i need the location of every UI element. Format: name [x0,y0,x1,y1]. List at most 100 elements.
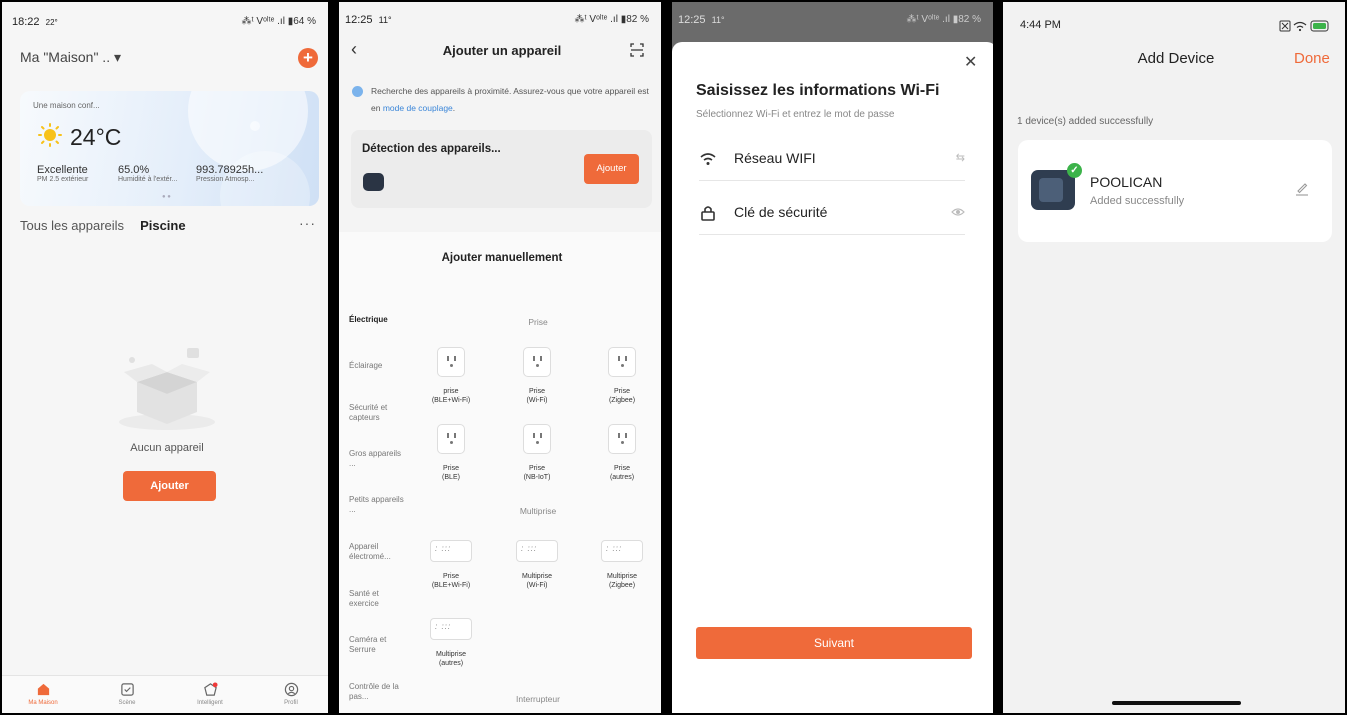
tab-all-devices[interactable]: Tous les appareils [20,218,124,233]
add-device-screen: 12:25 11° ⁂ᵗ Vᵒˡᵗᵉ .ıl ▮82 % ‹ Ajouter u… [337,0,663,715]
edit-icon[interactable] [1295,180,1309,196]
nav-scene[interactable]: Scène [97,682,157,706]
detection-title: Détection des appareils... [362,143,501,155]
home-indicator [1112,701,1241,705]
section-prise: Prise [528,317,548,327]
status-time: 12:25 11° [678,14,725,26]
weather-label: Une maison conf... [33,101,100,110]
security-key-field[interactable]: Clé de sécurité [699,191,965,235]
home-screen: 18:22 22° ⁂ᵗ Vᵒˡᵗᵉ .ıl ▮64 % Ma "Maison"… [0,0,330,715]
smart-icon [203,682,218,696]
section-multiprise: Multiprise [519,506,557,516]
detection-card: Détection des appareils... Ajouter [351,130,652,208]
empty-box-illustration [119,348,215,430]
manual-add-section: Ajouter manuellement Électrique Éclairag… [339,232,661,713]
add-plus-button[interactable]: + [298,48,318,68]
status-time: 4:44 PM [1020,19,1061,31]
detected-device-icon[interactable] [363,173,384,191]
next-button[interactable]: Suivant [696,627,972,659]
category-gros-appareils[interactable]: Gros appareils ... [349,449,404,469]
scan-icon[interactable] [630,43,644,57]
empty-state-text: Aucun appareil [130,442,204,454]
status-time: 18:22 22° [12,16,58,28]
profile-icon [284,682,298,697]
home-selector[interactable]: Ma "Maison" .. ▾ [20,49,121,66]
device-prise-ble-wifi[interactable]: prise (BLE+Wi-Fi) [411,347,491,405]
wifi-network-field[interactable]: Réseau WIFI ⇆ [699,137,965,181]
status-bar: 12:25 11° ⁂ᵗ Vᵒˡᵗᵉ .ıl ▮82 % [672,2,993,34]
plug-icon [608,424,636,454]
wifi-screen: 12:25 11° ⁂ᵗ Vᵒˡᵗᵉ .ıl ▮82 % ✕ Saisissez… [670,0,995,715]
wifi-subtitle: Sélectionnez Wi-Fi et entrez le mot de p… [696,109,895,120]
device-added-screen: 4:44 PM Add Device Done 1 device(s) adde… [1001,0,1347,715]
pool-device-image [1031,170,1075,210]
device-prise-ble[interactable]: Prise (BLE) [411,424,491,482]
device-multi-ble-wifi[interactable]: Prise(BLE+Wi-Fi) [411,540,491,590]
plug-icon [523,347,551,377]
device-multi-wifi[interactable]: Multiprise(Wi-Fi) [497,540,577,590]
scanning-indicator-icon [352,86,363,97]
scan-info-text: Recherche des appareils à proximité. Ass… [371,86,649,113]
status-bar: 18:22 22° ⁂ᵗ Vᵒˡᵗᵉ .ıl ▮64 % [2,2,328,34]
wifi-heading: Saisissez les informations Wi-Fi [696,82,940,99]
wifi-icon [700,153,716,165]
category-controle[interactable]: Contrôle de la pas... [349,682,404,702]
plug-icon [437,424,465,454]
nav-smart[interactable]: Intelligent [180,682,240,706]
plug-icon [523,424,551,454]
home-icon [37,683,49,696]
device-prise-autres[interactable]: Prise (autres) [582,424,661,482]
close-icon[interactable]: ✕ [964,52,977,72]
category-sante[interactable]: Santé et exercice [349,589,404,609]
bottom-nav: Ma Maison Scène Intelligent Profil [2,675,328,713]
status-time: 12:25 11° [345,14,392,26]
power-strip-icon [516,540,558,562]
carousel-dots: ● ● [162,194,171,200]
nav-profile[interactable]: Profil [261,682,321,706]
device-name: POOLICAN [1090,174,1163,190]
temperature: 24°C [70,124,122,150]
power-strip-icon [430,540,472,562]
nav-home[interactable]: Ma Maison [13,682,73,706]
sun-icon [38,123,62,147]
weather-card[interactable]: Une maison conf... 24°C Excellente PM 2.… [20,91,319,206]
device-prise-wifi[interactable]: Prise (Wi-Fi) [497,347,577,405]
stat-pm25: Excellente PM 2.5 extérieur [37,164,89,183]
category-electromenager[interactable]: Appareil électromé... [349,542,404,562]
plug-icon [608,347,636,377]
status-icons: ⁂ᵗ Vᵒˡᵗᵉ .ıl ▮64 % [241,16,316,27]
category-electrique[interactable]: Électrique [349,315,421,325]
device-multi-autres[interactable]: Multiprise(autres) [411,618,491,668]
switch-network-icon[interactable]: ⇆ [956,151,965,164]
device-status: Added successfully [1090,195,1185,207]
status-icons [1279,20,1329,32]
device-prise-nbiot[interactable]: Prise (NB-IoT) [497,424,577,482]
status-bar: 12:25 11° ⁂ᵗ Vᵒˡᵗᵉ .ıl ▮82 % [339,2,661,34]
more-icon[interactable]: ··· [299,215,316,231]
wifi-sheet: ✕ Saisissez les informations Wi-Fi Sélec… [672,42,993,713]
checkbox-icon [120,683,134,696]
pairing-mode-link[interactable]: mode de couplage [383,103,453,113]
detect-add-button[interactable]: Ajouter [584,154,639,184]
lock-icon [701,206,715,221]
plug-icon [437,347,465,377]
section-interrupteur: Interrupteur [516,694,560,704]
category-securite[interactable]: Sécurité et capteurs [349,403,404,423]
added-count-text: 1 device(s) added successfully [1017,116,1154,127]
done-button[interactable]: Done [1294,50,1330,67]
wifi-network-label: Réseau WIFI [734,150,816,166]
device-card[interactable]: ✓ POOLICAN Added successfully [1018,140,1332,242]
check-icon: ✓ [1067,163,1082,178]
power-strip-icon [601,540,643,562]
eye-icon[interactable] [951,207,965,217]
page-title: Ajouter un appareil [442,43,562,58]
device-prise-zigbee[interactable]: Prise (Zigbee) [582,347,661,405]
device-multi-zigbee[interactable]: Multiprise(Zigbee) [582,540,661,590]
status-icons: ⁂ᵗ Vᵒˡᵗᵉ .ıl ▮82 % [906,14,981,25]
room-tabs[interactable]: Tous les appareils Piscine [20,218,186,233]
category-petits-appareils[interactable]: Petits appareils ... [349,495,404,515]
tab-piscine[interactable]: Piscine [140,218,186,233]
category-camera[interactable]: Caméra et Serrure [349,635,404,655]
security-key-label: Clé de sécurité [734,204,828,220]
add-device-button[interactable]: Ajouter [123,471,216,501]
